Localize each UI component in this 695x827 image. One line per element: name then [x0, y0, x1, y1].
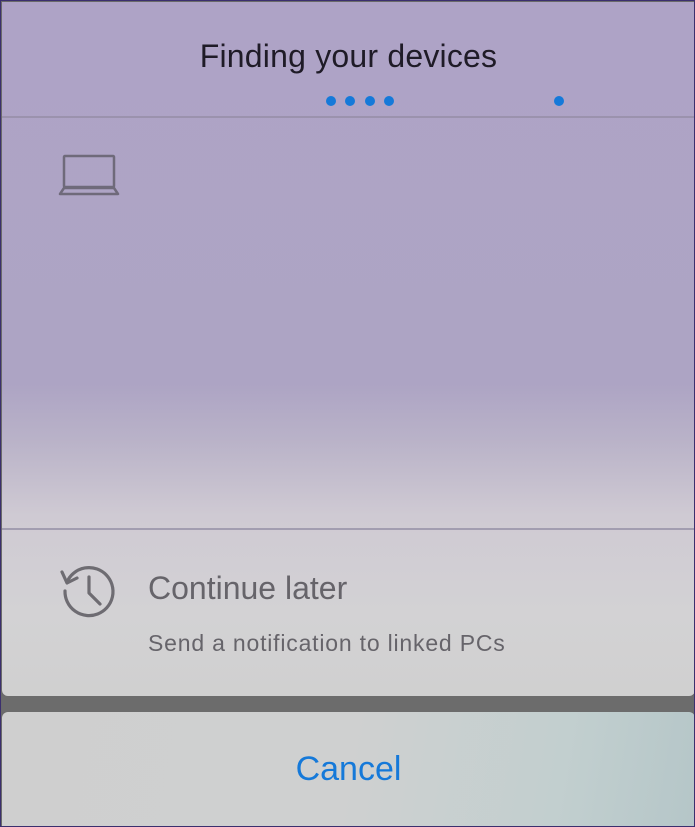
progress-dot — [384, 96, 394, 106]
sheet-separator — [2, 696, 694, 712]
progress-dot — [345, 96, 355, 106]
action-sheet: Finding your devices Continue later Send — [2, 2, 694, 696]
progress-dot — [365, 96, 375, 106]
progress-dot — [554, 96, 564, 106]
divider — [2, 116, 694, 118]
dialog-title: Finding your devices — [199, 38, 498, 74]
cancel-sheet: Cancel — [2, 712, 694, 826]
continue-later-option[interactable]: Continue later Send a notification to li… — [2, 530, 694, 696]
cancel-button[interactable]: Cancel — [2, 750, 694, 789]
laptop-icon[interactable] — [58, 154, 120, 198]
app-window: Finding your devices Continue later Send — [0, 0, 695, 827]
progress-dot — [326, 96, 336, 106]
continue-later-subtitle: Send a notification to linked PCs — [148, 630, 506, 656]
progress-indicator — [2, 96, 694, 108]
continue-later-title: Continue later — [148, 570, 348, 606]
history-icon — [60, 566, 115, 618]
